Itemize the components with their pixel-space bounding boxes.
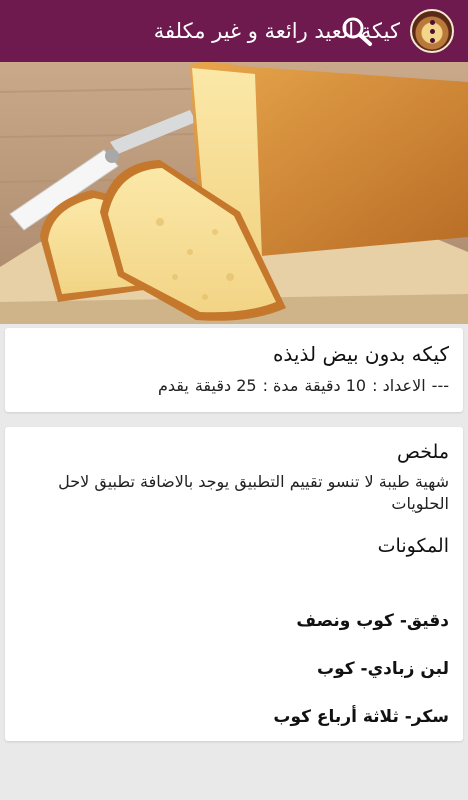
serves-label: يقدم bbox=[157, 376, 189, 395]
prep-value: 10 دقيقة bbox=[304, 376, 367, 395]
summary-text: شهية طيبة لا تنسو تقييم التطبيق يوجد بال… bbox=[58, 472, 449, 513]
recipe-details-card: ملخص شهية طيبة لا تنسو تقييم التطبيق يوج… bbox=[5, 427, 463, 741]
ingredient-item: سكر- ثلاثة أرباع كوب bbox=[273, 707, 449, 727]
search-icon[interactable] bbox=[340, 15, 374, 47]
pound-cake-image bbox=[0, 62, 468, 324]
summary-heading: ملخص bbox=[396, 441, 449, 463]
ingredient-item: دقيق- كوب ونصف bbox=[296, 611, 449, 631]
prep-label: الاعداد : bbox=[372, 376, 426, 395]
cook-label: مدة : bbox=[262, 376, 299, 395]
more-vert-icon[interactable] bbox=[423, 15, 441, 47]
ingredient-item: لبن زبادي- كوب bbox=[317, 659, 449, 679]
recipe-meta: --- الاعداد : 10 دقيقة مدة : 25 دقيقة يقدم bbox=[152, 376, 449, 395]
meta-prefix: --- bbox=[431, 376, 449, 395]
ingredients-heading: المكونات bbox=[377, 535, 449, 557]
cook-value: 25 دقيقة bbox=[194, 376, 257, 395]
recipe-title: كيكه بدون بيض لذيذه bbox=[272, 342, 449, 366]
app-bar: كيكة العيد رائعة و غير مكلفة bbox=[0, 0, 468, 62]
recipe-header-card: كيكه بدون بيض لذيذه --- الاعداد : 10 دقيقة… bbox=[5, 328, 463, 412]
